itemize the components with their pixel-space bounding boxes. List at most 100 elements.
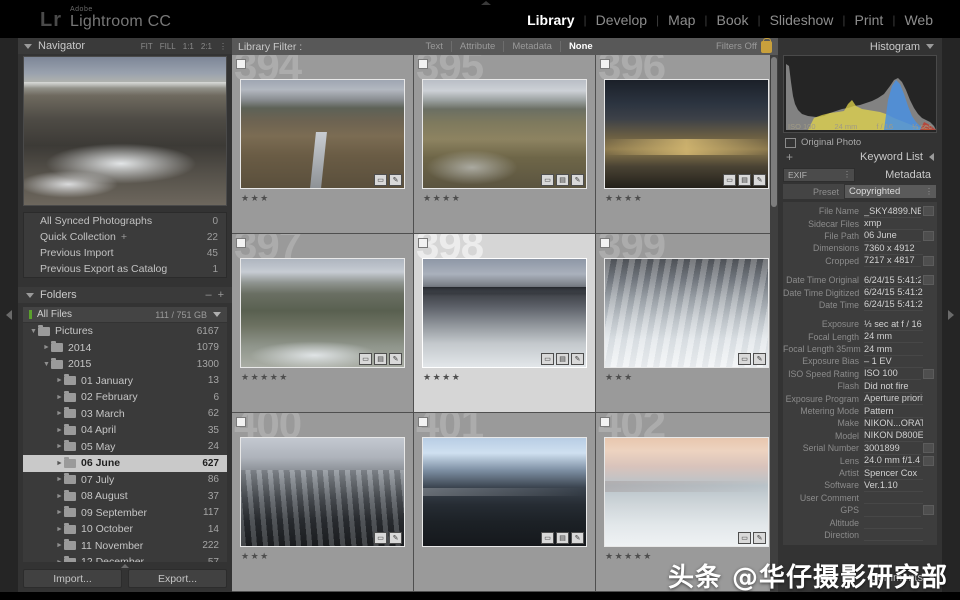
add-keyword-button[interactable]: + bbox=[786, 150, 793, 164]
chevron-down-icon[interactable] bbox=[213, 312, 221, 317]
navigator-header[interactable]: Navigator FIT FILL 1:1 2:1 ⋮ bbox=[18, 38, 232, 54]
metadata-value[interactable]: NIKON...ORATION bbox=[864, 417, 923, 430]
navigator-zoom-1-1[interactable]: 1:1 bbox=[183, 42, 194, 51]
navigator-zoom-fill[interactable]: FILL bbox=[160, 42, 176, 51]
folder-disclosure-icon[interactable]: ► bbox=[55, 377, 64, 384]
grid-cell[interactable]: 395 ▭ ▤ ✎ ★★★★ bbox=[414, 55, 596, 234]
crop-badge[interactable]: ▭ bbox=[541, 353, 554, 365]
meta-badge[interactable]: ▤ bbox=[556, 532, 569, 544]
volume-row[interactable]: All Files 111 / 751 GB bbox=[23, 307, 227, 322]
module-develop[interactable]: Develop bbox=[587, 12, 656, 28]
remove-folder-button[interactable]: – bbox=[205, 289, 211, 301]
folder-disclosure-icon[interactable]: ► bbox=[55, 443, 64, 450]
metadata-value[interactable]: 24 mm bbox=[864, 330, 923, 344]
grid-scrollbar[interactable] bbox=[770, 55, 778, 592]
metadata-value[interactable]: 7217 x 4817 bbox=[864, 254, 921, 268]
folder-disclosure-icon[interactable]: ▼ bbox=[42, 361, 51, 368]
navigator-preview[interactable] bbox=[23, 56, 227, 206]
filter-metadata[interactable]: Metadata bbox=[503, 41, 560, 52]
quick-collection-add-icon[interactable]: + bbox=[121, 231, 127, 243]
star-rating[interactable]: ★★★★★ bbox=[241, 372, 289, 383]
metadata-value[interactable]: ISO 100 bbox=[864, 367, 921, 381]
crop-badge[interactable]: ▭ bbox=[374, 532, 387, 544]
metadata-value[interactable]: 7360 x 4912 bbox=[864, 242, 923, 255]
folder-row[interactable]: ► 07 July 86 bbox=[23, 472, 227, 489]
edit-badge[interactable]: ✎ bbox=[753, 174, 766, 186]
star-rating[interactable]: ★★★ bbox=[241, 551, 270, 562]
metadata-value[interactable]: Ver.1.10 bbox=[864, 479, 923, 492]
folder-row[interactable]: ► 01 January 13 bbox=[23, 373, 227, 390]
lock-icon[interactable] bbox=[760, 37, 772, 53]
folder-row[interactable]: ▼ 2015 1300 bbox=[23, 356, 227, 373]
grid-cell-flag-checkbox[interactable] bbox=[236, 59, 246, 69]
grid-cell[interactable]: 397 ▭ ▤ ✎ ★★★★★ bbox=[232, 234, 414, 413]
metadata-action-button[interactable] bbox=[923, 206, 934, 217]
grid-cell[interactable]: 394 ▭ ✎ ★★★ bbox=[232, 55, 414, 234]
edit-badge[interactable]: ✎ bbox=[571, 532, 584, 544]
metadata-value[interactable]: 06 June bbox=[864, 229, 921, 243]
original-photo-checkbox[interactable] bbox=[785, 137, 796, 148]
metadata-action-button[interactable] bbox=[923, 368, 934, 379]
navigator-zoom-menu-icon[interactable]: ⋮ bbox=[219, 42, 227, 51]
metadata-value[interactable]: _SKY4899.NEF bbox=[864, 205, 921, 218]
meta-badge[interactable]: ▤ bbox=[374, 353, 387, 365]
edit-badge[interactable]: ✎ bbox=[571, 174, 584, 186]
metadata-value[interactable]: 3001899 bbox=[864, 442, 921, 455]
crop-badge[interactable]: ▭ bbox=[541, 532, 554, 544]
folder-row[interactable]: ► 11 November 222 bbox=[23, 538, 227, 555]
module-print[interactable]: Print bbox=[846, 12, 893, 28]
star-rating[interactable]: ★★★ bbox=[605, 372, 634, 383]
metadata-value[interactable]: xmp bbox=[864, 217, 923, 231]
folder-disclosure-icon[interactable]: ► bbox=[55, 476, 64, 483]
meta-badge[interactable]: ▤ bbox=[556, 353, 569, 365]
crop-badge[interactable]: ▭ bbox=[738, 532, 751, 544]
right-panel-collapse[interactable] bbox=[942, 38, 960, 592]
photo-thumbnail[interactable]: ▭ ✎ bbox=[240, 79, 405, 189]
folder-disclosure-icon[interactable]: ► bbox=[55, 410, 64, 417]
original-photo-row[interactable]: Original Photo bbox=[778, 133, 942, 148]
metadata-value[interactable] bbox=[864, 504, 921, 517]
navigator-zoom-2-1[interactable]: 2:1 bbox=[201, 42, 212, 51]
meta-badge[interactable]: ▤ bbox=[556, 174, 569, 186]
module-book[interactable]: Book bbox=[708, 12, 758, 28]
folder-row[interactable]: ► 05 May 24 bbox=[23, 439, 227, 456]
metadata-value[interactable] bbox=[864, 491, 923, 505]
import-button[interactable]: Import... bbox=[23, 569, 122, 588]
folder-disclosure-icon[interactable]: ► bbox=[55, 460, 64, 467]
folder-disclosure-icon[interactable]: ▼ bbox=[29, 328, 38, 335]
metadata-value[interactable]: Spencer Cox bbox=[864, 467, 923, 480]
metadata-value[interactable]: 6/24/15 5:41:24 PM bbox=[864, 286, 923, 300]
catalog-item[interactable]: Previous Import 45 bbox=[24, 245, 226, 261]
folder-row[interactable]: ► 08 August 37 bbox=[23, 488, 227, 505]
metadata-value[interactable]: 6/24/15 5:41:24 PM bbox=[864, 298, 923, 312]
grid-cell-flag-checkbox[interactable] bbox=[418, 59, 428, 69]
grid-cell-flag-checkbox[interactable] bbox=[236, 417, 246, 427]
folder-disclosure-icon[interactable]: ► bbox=[55, 394, 64, 401]
metadata-action-button[interactable] bbox=[923, 230, 934, 241]
star-rating[interactable]: ★★★★ bbox=[423, 372, 461, 383]
grid-cell-flag-checkbox[interactable] bbox=[600, 417, 610, 427]
left-panel-collapse[interactable] bbox=[0, 38, 18, 592]
grid-cell-flag-checkbox[interactable] bbox=[600, 238, 610, 248]
metadata-value[interactable]: 24.0 mm f/1.4 bbox=[864, 454, 921, 468]
grid-cell-flag-checkbox[interactable] bbox=[418, 238, 428, 248]
crop-badge[interactable]: ▭ bbox=[359, 353, 372, 365]
metadata-view-select[interactable]: EXIF ⋮ bbox=[783, 167, 855, 182]
folder-row[interactable]: ► 02 February 6 bbox=[23, 389, 227, 406]
metadata-value[interactable]: Did not fire bbox=[864, 380, 923, 393]
crop-badge[interactable]: ▭ bbox=[374, 174, 387, 186]
star-rating[interactable]: ★★★★ bbox=[605, 193, 643, 204]
meta-badge[interactable]: ▤ bbox=[738, 174, 751, 186]
photo-thumbnail[interactable]: ▭ ▤ ✎ bbox=[422, 437, 587, 547]
folder-disclosure-icon[interactable]: ► bbox=[55, 493, 64, 500]
metadata-value[interactable]: – 1 EV bbox=[864, 355, 923, 368]
folder-row[interactable]: ► 06 June 627 bbox=[23, 455, 227, 472]
module-slideshow[interactable]: Slideshow bbox=[761, 12, 843, 28]
photo-thumbnail[interactable]: ▭ ✎ bbox=[604, 437, 769, 547]
filters-off-label[interactable]: Filters Off bbox=[716, 41, 757, 52]
metadata-value[interactable]: 6/24/15 5:41:24... bbox=[864, 274, 921, 287]
photo-thumbnail[interactable]: ▭ ✎ bbox=[604, 258, 769, 368]
folder-disclosure-icon[interactable]: ► bbox=[42, 344, 51, 351]
crop-badge[interactable]: ▭ bbox=[541, 174, 554, 186]
folder-row[interactable]: ► 2014 1079 bbox=[23, 340, 227, 357]
